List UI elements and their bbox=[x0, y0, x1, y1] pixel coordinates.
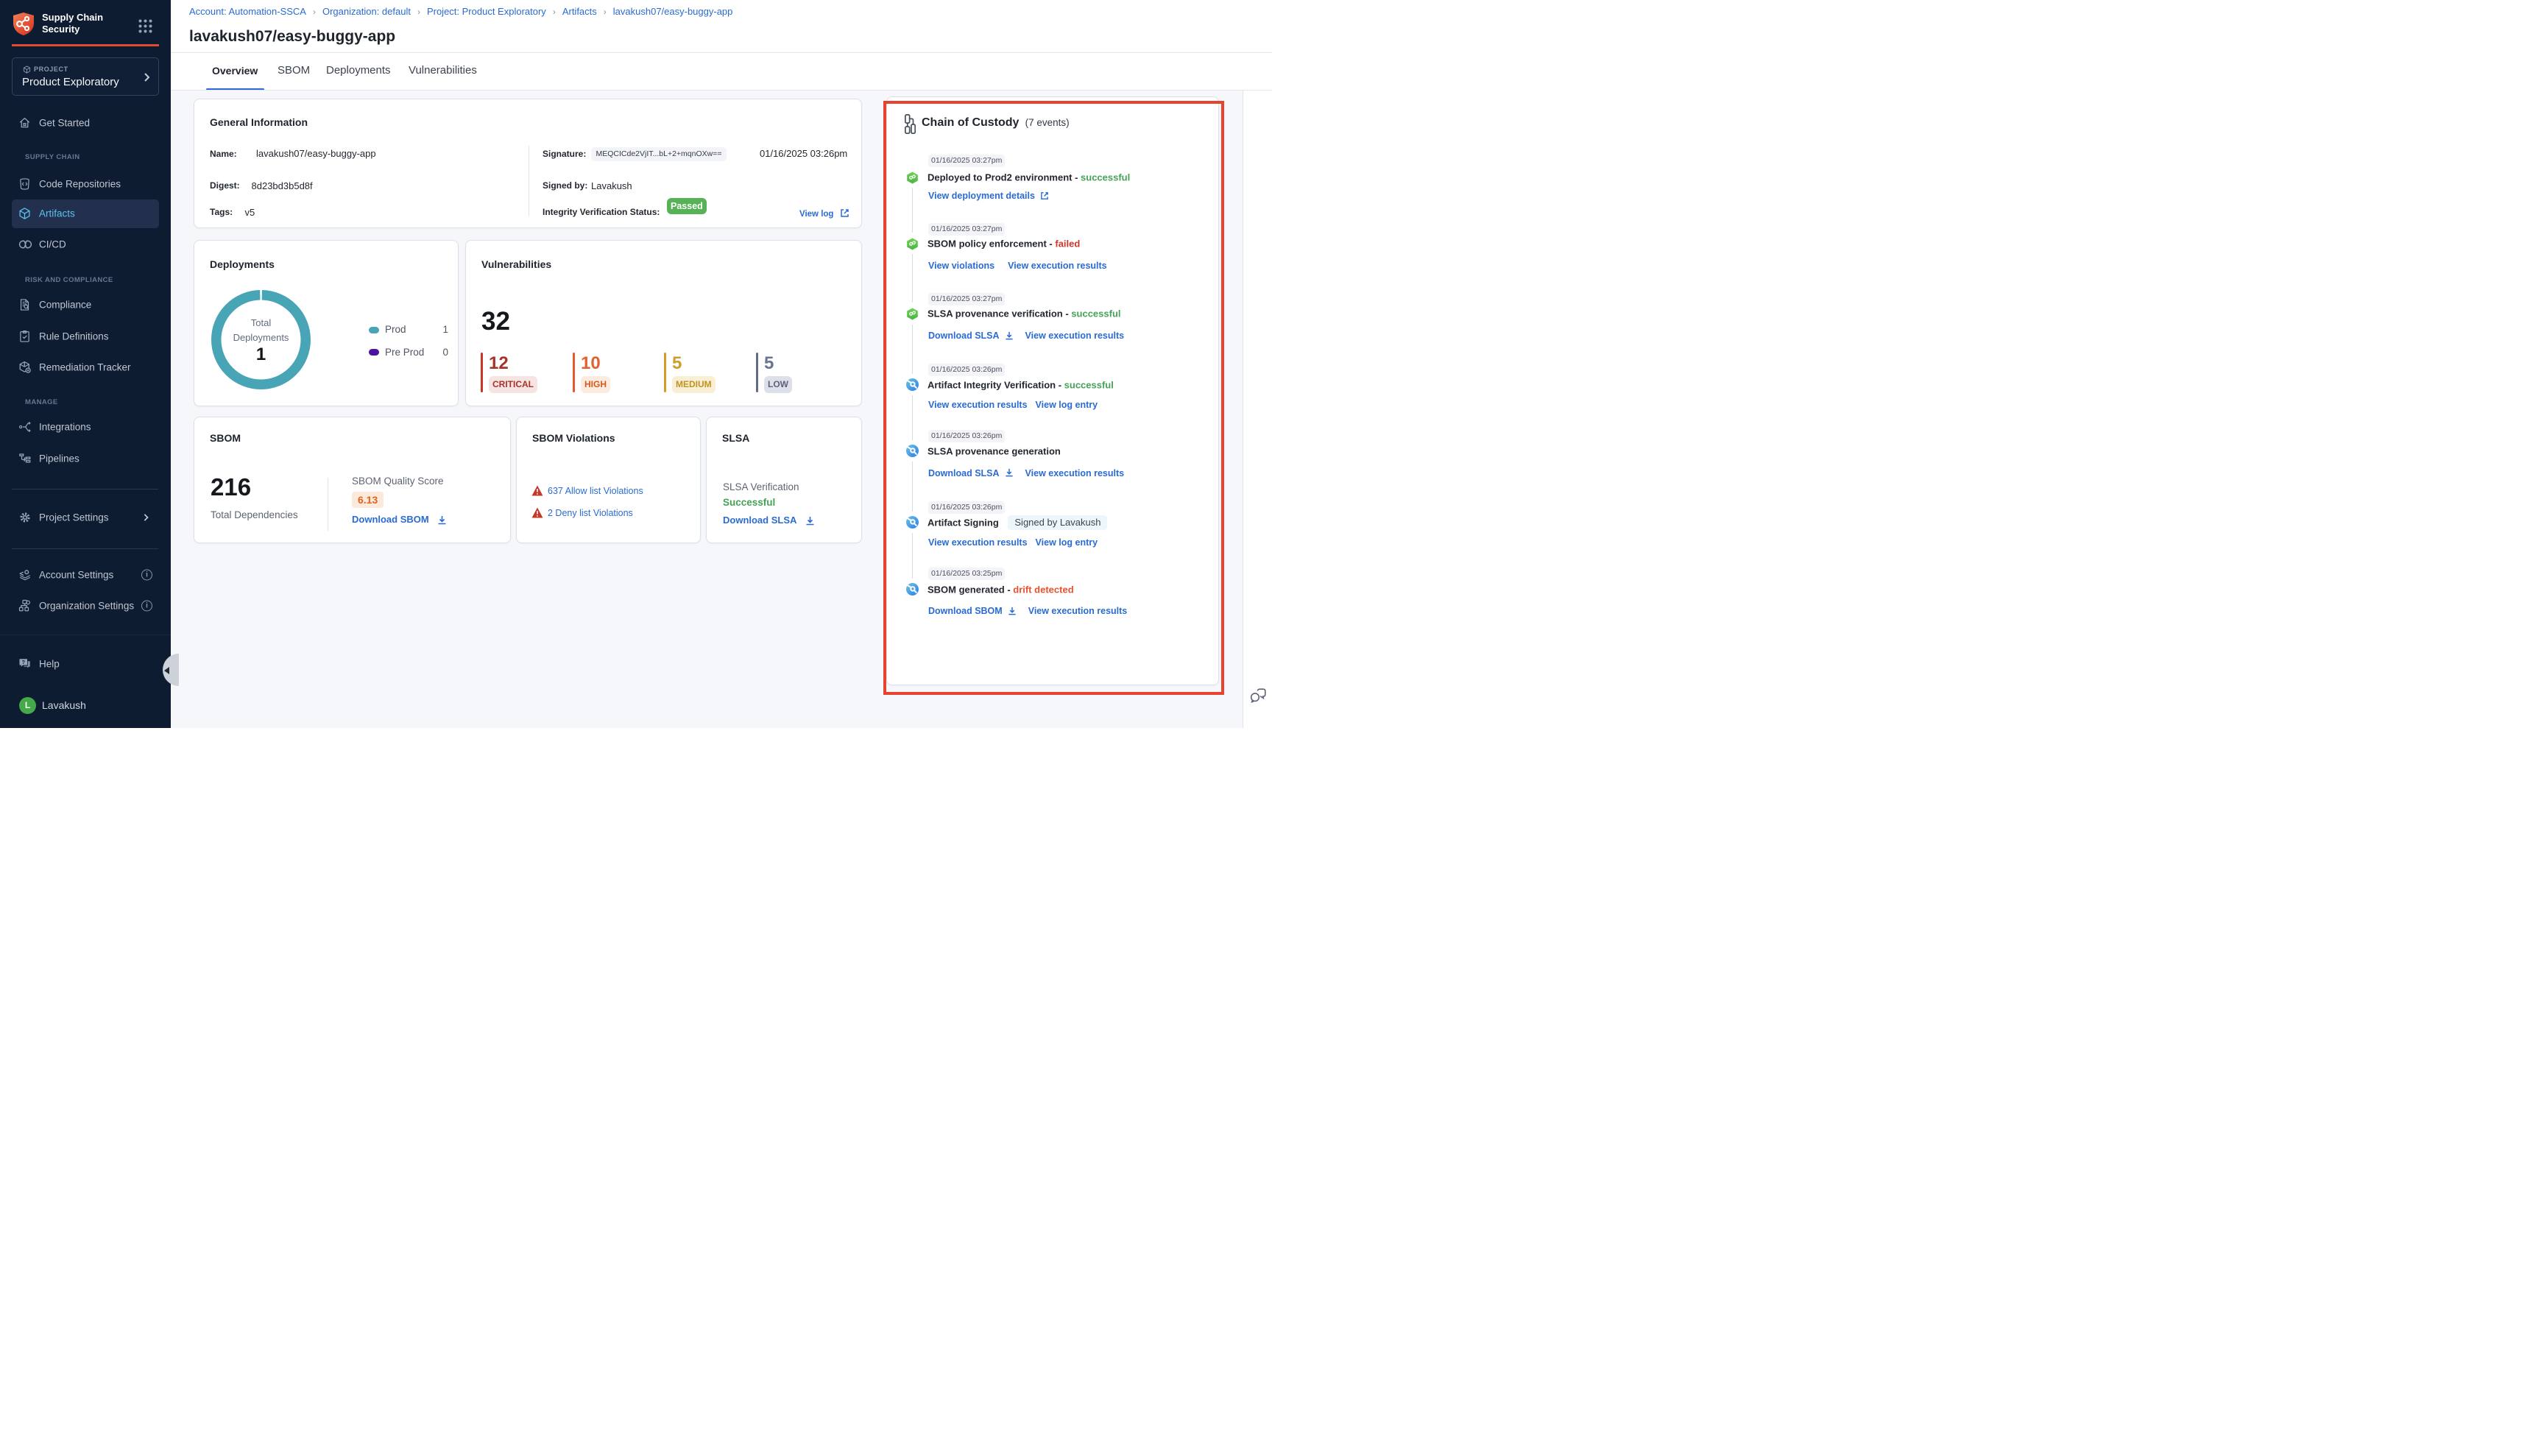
svg-text:?: ? bbox=[21, 659, 25, 665]
